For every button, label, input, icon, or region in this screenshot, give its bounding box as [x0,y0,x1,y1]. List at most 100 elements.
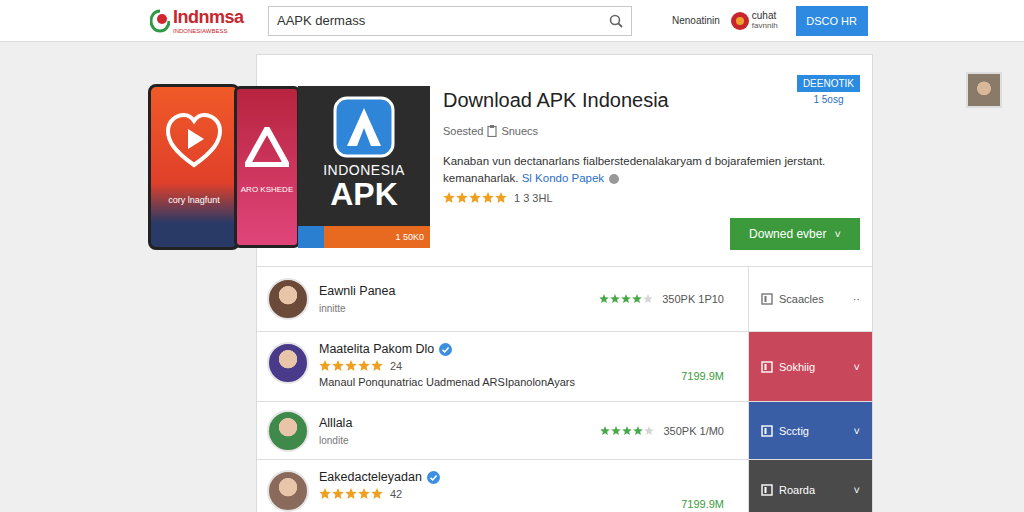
avatar [267,342,309,384]
magnifier-icon [609,14,623,28]
star-rating-icon [599,294,654,304]
row-text: Eawnli Panea innitte [319,284,599,314]
header-button[interactable]: DSCO HR [796,6,868,36]
row-main: Eakedacteleyadan 42 7199.9M [257,460,748,512]
meta-label: Snuecs [501,125,538,137]
list-row[interactable]: Eawnli Panea innitte 350PK 1P10 Scaacles ·· [257,267,872,331]
app-info: Download APK IndonesiaSoestedSnuecsKanab… [443,55,730,266]
logo-subtitle: INDONESIAWBESS [173,28,244,34]
action-trailing: ·· [853,293,860,305]
row-title: Eawnli Panea [319,284,599,298]
action-trailing: ˅ [854,484,860,496]
price-text: 350PK 1P10 [662,293,724,305]
verified-icon [427,471,440,484]
app-title: Download APK Indonesia [443,89,730,112]
app-tile[interactable]: INDONESIAAPK 1 50K0 [298,86,430,248]
price-text: 350PK 1/M0 [663,425,724,437]
row-action[interactable]: Scaacles ·· [748,267,872,331]
row-main: Alllala londite 350PK 1/M0 [257,402,748,459]
action-label: Scaacles [779,293,847,305]
download-button[interactable]: Downed evber ˅ [730,218,860,250]
tile-app-name: INDONESIA [323,162,405,178]
brand-subtitle: favnnih [752,22,778,30]
clipboard-icon [487,125,497,137]
version-badge: DEENOTIK 1 5osg [797,75,860,105]
logo-text: Indnmsa INDONESIAWBESS [173,8,244,34]
row-subtitle: innitte [319,303,599,314]
triangle-logo-icon [245,127,289,167]
list-row[interactable]: Eakedacteleyadan 42 7199.9M Roarda˅ [257,459,872,512]
brand-text: cuhatfavnnih [752,11,778,30]
rating-count: 24 [390,360,402,372]
row-subtitle: londite [319,435,600,446]
logo-name: Indnmsa [173,8,244,26]
row-price: 7199.9M [681,342,738,382]
list-row[interactable]: Maatelita Pakom Dlo24Manaul Ponqunatriac… [257,331,872,401]
heart-play-icon [166,113,222,169]
row-action[interactable]: Scctig ˅ [748,402,872,459]
comment-icon [608,173,620,185]
phone-screenshot[interactable]: cory lnagfunt [148,84,240,250]
action-trailing: ˅ [854,361,860,373]
app-gallery: cory lnagfuntARO KSHEDE INDONESIAAPK 1 50K… [148,84,430,250]
rating-count: 42 [390,488,402,500]
download-arrow: ˅ [834,228,840,240]
description-text: Kanaban vun dectanarlans fialberstedenal… [443,155,825,184]
meta-label: Soested [443,125,483,137]
site-logo[interactable]: Indnmsa INDONESIAWBESS [150,8,262,34]
search-field[interactable]: AAPK dermass [268,6,632,36]
row-text: Eakedacteleyadan 42 [319,470,681,500]
action-label: Sokhiig [779,361,848,373]
row-name: Maatelita Pakom Dlo [319,342,434,356]
price-text: 7199.9M [681,498,724,510]
download-label: Downed evber [749,227,826,241]
app-description: Kanaban vun dectanarlans fialberstedenal… [443,153,843,187]
app-logo-icon [333,96,395,158]
action-trailing: ˅ [854,425,860,437]
row-price: 350PK 1/M0 [600,425,738,437]
avatar [267,278,309,320]
row-main: Eawnli Panea innitte 350PK 1P10 [257,267,748,331]
list-row[interactable]: Alllala londite 350PK 1/M0 Scctig ˅ [257,401,872,459]
tile-caption: ARO KSHEDE [241,185,293,194]
nav-link[interactable]: Nenoatinin [672,15,720,26]
star-rating-icon [319,360,384,372]
row-title: Alllala [319,416,600,430]
action-icon [761,361,773,373]
row-price: 7199.9M [681,470,738,510]
badge-label: DEENOTIK [797,75,860,92]
row-rating: 42 [319,488,681,500]
row-name: Eawnli Panea [319,284,395,298]
row-action[interactable]: Roarda˅ [748,460,872,512]
side-avatar[interactable] [966,72,1002,108]
phone-screenshot[interactable]: ARO KSHEDE [234,86,300,248]
verified-icon [439,343,452,356]
row-text: Maatelita Pakom Dlo24Manaul Ponqunatriac… [319,342,681,388]
brand-name: cuhat [752,11,778,22]
rating-count: 1 3 3HL [514,192,553,204]
star-rating-icon [319,488,384,500]
avatar [267,470,309,512]
brand-badge[interactable]: cuhatfavnnih [730,11,778,31]
star-rating-icon [600,426,655,436]
row-rating: 24 [319,360,681,372]
tile-app-badge: APK [330,178,398,210]
badge-sub: 1 5osg [813,94,843,105]
app-rating: 1 3 3HL [443,192,730,204]
row-title: Eakedacteleyadan [319,470,681,484]
logo-icon [150,9,170,33]
action-icon [761,425,773,437]
row-action[interactable]: Sokhiig ˅ [748,332,872,401]
tile-count: 1 50K0 [395,232,424,242]
app-actions: DEENOTIK 1 5osg Downed evber ˅ [730,55,872,266]
row-main: Maatelita Pakom Dlo24Manaul Ponqunatriac… [257,332,748,401]
price-text: 7199.9M [681,370,724,382]
row-text: Alllala londite [319,416,600,446]
brand-icon [730,11,750,31]
description-link[interactable]: Sl Kondo Papek [522,172,604,184]
action-icon [761,484,773,496]
search-value: AAPK dermass [277,13,609,28]
top-bar: Indnmsa INDONESIAWBESS AAPK dermass Nenoati… [0,0,1024,42]
tile-stripe: 1 50K0 [298,226,430,248]
action-label: Scctig [779,425,848,437]
